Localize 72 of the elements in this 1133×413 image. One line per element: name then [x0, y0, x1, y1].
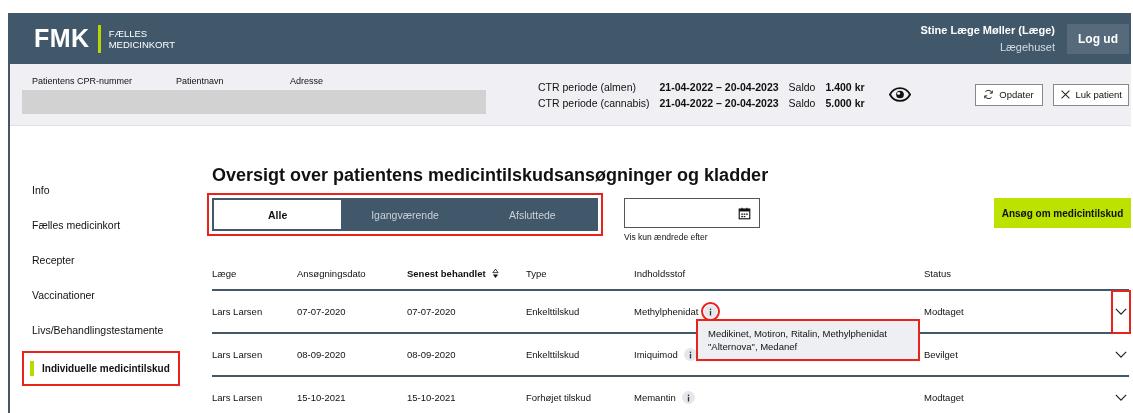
- sort-icon: [491, 268, 499, 279]
- period-dates: 21-04-2022 – 20-04-2023: [659, 80, 779, 93]
- logo-divider: [97, 24, 101, 53]
- table-cell: 15-10-2021: [407, 392, 456, 403]
- column-header: Indholdsstof: [634, 268, 687, 279]
- info-icon[interactable]: [683, 348, 697, 361]
- logo-subtitle: FÆLLES: [108, 27, 149, 39]
- balance-amount: 5.000 kr: [825, 96, 865, 109]
- table-cell: Lars Larsen: [212, 392, 263, 403]
- period-label: CTR periode (almen): [538, 80, 638, 93]
- eye-icon[interactable]: [888, 87, 911, 102]
- table-cell: Methylphenidat: [634, 306, 699, 317]
- balance-label: Saldo: [788, 96, 816, 109]
- chevron-down-icon: [1115, 351, 1127, 358]
- calendar-icon: [738, 206, 751, 220]
- chevron-down-icon: [1115, 394, 1127, 401]
- info-glyph: [709, 307, 713, 316]
- sidebar-item[interactable]: Livs/Behandlingstestamente: [32, 312, 212, 347]
- date-field[interactable]: [624, 198, 760, 228]
- close-patient-button[interactable]: Luk patient: [1052, 83, 1129, 106]
- chevron-down-icon: [1115, 308, 1127, 315]
- sidebar-item[interactable]: Info: [32, 172, 212, 207]
- column-header: Status: [924, 268, 952, 279]
- user-name: Stine Læge Møller (Læge): [920, 22, 1055, 38]
- column-header: Læge: [212, 268, 238, 279]
- filter-tab[interactable]: Afsluttede: [468, 200, 596, 229]
- sidebar-item[interactable]: Fælles medicinkort: [32, 207, 212, 242]
- filter-tab[interactable]: Igangværende: [341, 200, 469, 229]
- info-icon[interactable]: [681, 391, 695, 404]
- logo-subtitle: MEDICINKORT: [108, 38, 175, 50]
- column-header[interactable]: Senest behandlet: [407, 268, 526, 279]
- logout-button[interactable]: Log ud: [1067, 23, 1129, 54]
- table-cell: Enkelttilskud: [526, 306, 580, 317]
- tooltip: Medikinet, Motiron, Ritalin, Methylphenidat "Alternova", Medanef: [698, 321, 918, 359]
- sidebar-item[interactable]: Recepter: [32, 242, 212, 277]
- table-cell: 07-07-2020: [297, 306, 346, 317]
- table-cell: Lars Larsen: [212, 349, 263, 360]
- field-label: Patientens CPR-nummer: [32, 75, 134, 86]
- refresh-icon: [983, 89, 995, 100]
- table-cell: Enkelttilskud: [526, 349, 580, 360]
- table-cell: Imiquimod: [634, 349, 678, 360]
- page-heading: Oversigt over patientens medicintilskudsansøgninger og kladder: [212, 165, 770, 186]
- field-hint: Vis kun ændrede efter: [624, 232, 709, 242]
- field-label: Adresse: [290, 75, 324, 86]
- table-cell: Memantin: [634, 392, 676, 403]
- sidebar-item[interactable]: Individuelle medicintilskud: [22, 351, 180, 386]
- field-label: Patientnavn: [176, 75, 225, 86]
- table-cell: 15-10-2021: [297, 392, 346, 403]
- info-glyph: [686, 393, 690, 402]
- logo-text: FMK: [34, 24, 90, 53]
- table-cell: 08-09-2020: [407, 349, 456, 360]
- filter-tab[interactable]: Alle: [214, 200, 342, 229]
- period-label: CTR periode (cannabis): [538, 96, 650, 109]
- balance-label: Saldo: [788, 80, 816, 93]
- refresh-button[interactable]: Opdater: [974, 83, 1043, 106]
- balance-amount: 1.400 kr: [825, 80, 865, 93]
- info-icon[interactable]: [704, 305, 718, 318]
- period-dates: 21-04-2022 – 20-04-2023: [659, 96, 779, 109]
- column-header: Type: [526, 268, 548, 279]
- table-cell: 07-07-2020: [407, 306, 456, 317]
- status-text: Modtaget: [924, 306, 964, 317]
- user-organization: Lægehuset: [999, 39, 1055, 55]
- apply-button[interactable]: Ansøg om medicintilskud: [994, 198, 1131, 228]
- table-cell: Lars Larsen: [212, 306, 263, 317]
- close-icon: [1059, 89, 1071, 100]
- status-text: Modtaget: [924, 392, 964, 403]
- column-header: Ansøgningsdato: [297, 268, 367, 279]
- table-cell: 08-09-2020: [297, 349, 346, 360]
- info-glyph: [688, 350, 692, 359]
- sidebar-item[interactable]: Vaccinationer: [32, 277, 212, 312]
- table-cell: Forhøjet tilskud: [526, 392, 591, 403]
- status-text: Bevilget: [924, 349, 958, 360]
